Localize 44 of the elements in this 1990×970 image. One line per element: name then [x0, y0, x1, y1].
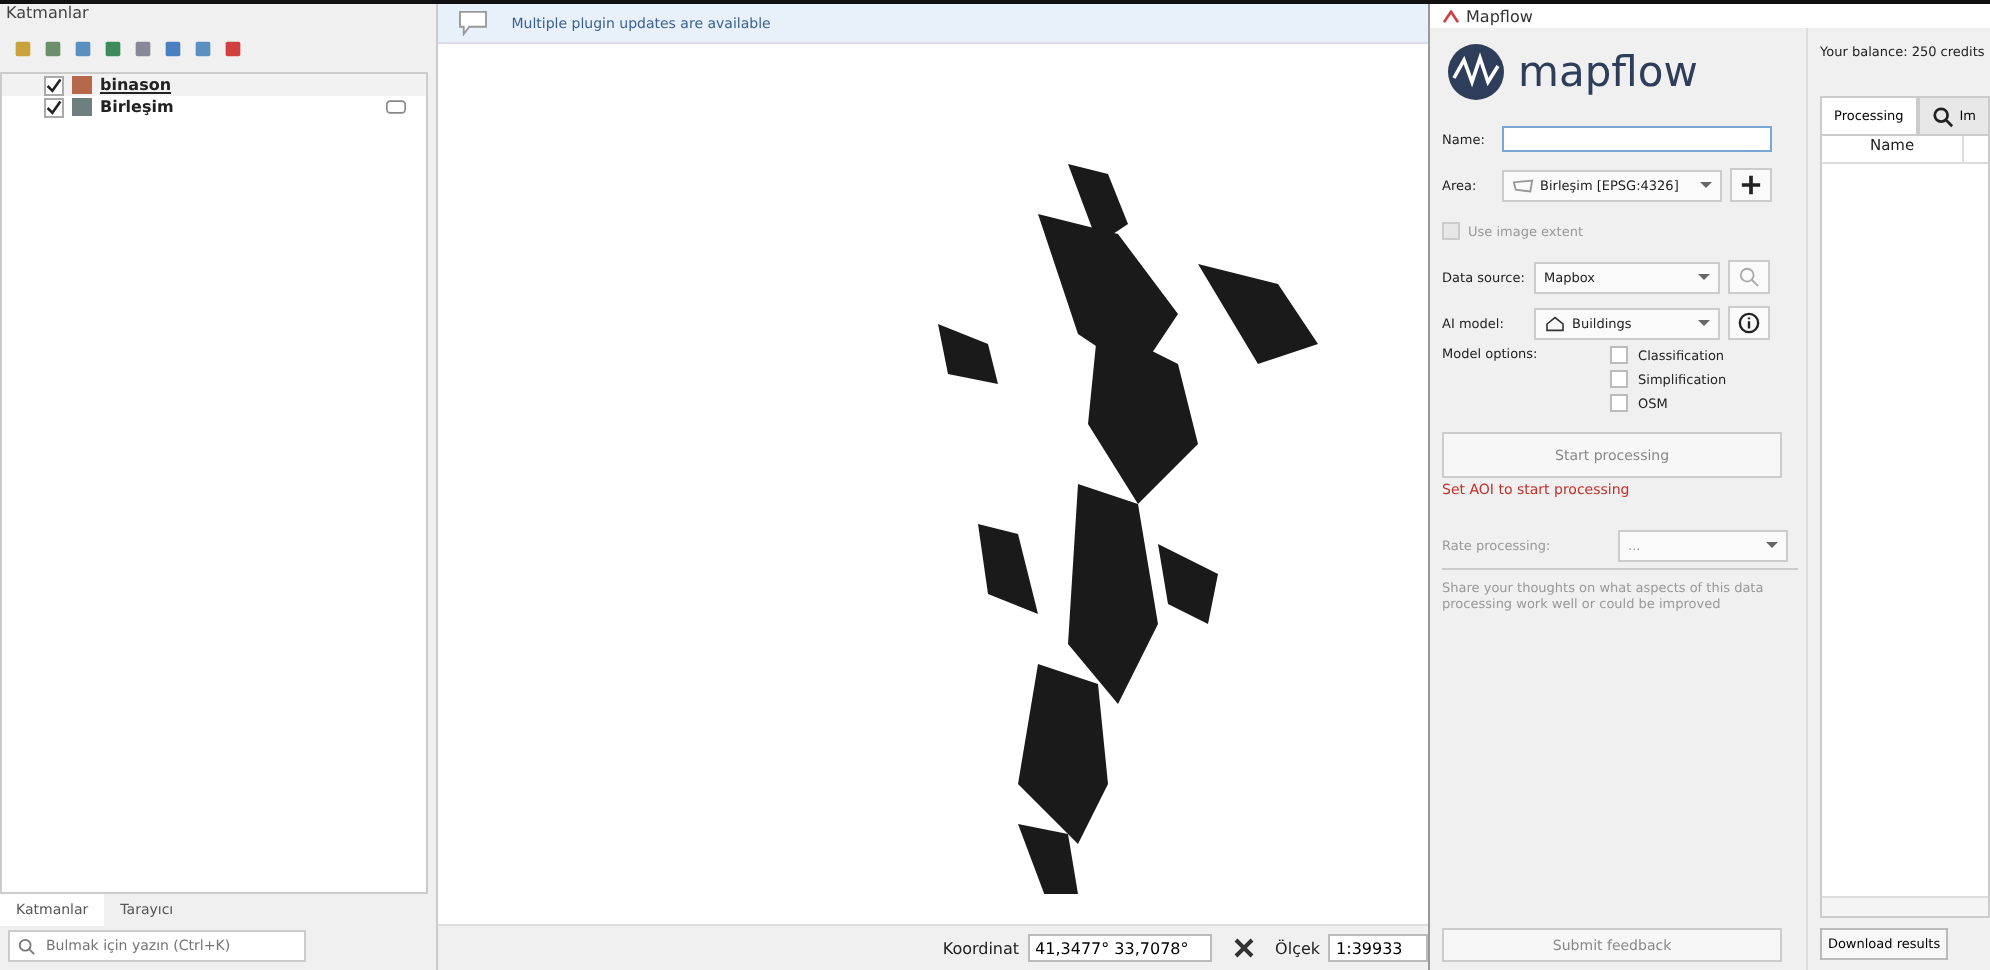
scale-field[interactable]: 1:39933 — [1328, 934, 1429, 962]
house-icon — [1544, 315, 1567, 331]
layer-indicator-icon — [385, 100, 406, 114]
caret-icon — [1698, 320, 1711, 326]
layer-checkbox[interactable] — [44, 75, 64, 95]
search-button[interactable] — [1728, 260, 1771, 294]
toolbar-icon[interactable] — [72, 37, 94, 59]
search-icon — [1738, 266, 1761, 288]
layer-item[interactable]: binason — [2, 74, 426, 96]
layer-item[interactable]: Birleşim — [2, 96, 426, 118]
speech-bubble-icon — [457, 10, 488, 36]
info-button[interactable] — [1728, 306, 1771, 340]
horizontal-scrollbar[interactable] — [1822, 896, 1988, 916]
search-icon — [1931, 105, 1954, 127]
layer-name: Birleşim — [100, 98, 176, 116]
toolbar-icon[interactable] — [222, 37, 244, 59]
plus-icon — [1740, 174, 1763, 196]
toolbar-icon[interactable] — [12, 37, 34, 59]
logo-icon — [1446, 42, 1507, 102]
caret-icon — [1698, 274, 1711, 280]
toolbar-icon[interactable] — [132, 37, 154, 59]
coordinate-field[interactable]: 41,3477° 33,7078° — [1027, 934, 1212, 962]
option-checkbox[interactable] — [1610, 370, 1629, 388]
coordinate-label: Koordinat — [942, 939, 1020, 957]
logo-text: mapflow — [1518, 48, 1698, 96]
search-icon — [18, 938, 36, 956]
caret-icon — [1766, 542, 1779, 548]
toolbar-icon[interactable] — [102, 37, 124, 59]
window-title: Mapflow — [1466, 7, 1533, 25]
info-icon — [1738, 312, 1761, 334]
app-icon — [1442, 9, 1461, 23]
toolbar-icon[interactable] — [162, 37, 184, 59]
toolbar-icon[interactable] — [42, 37, 64, 59]
option-checkbox[interactable] — [1610, 346, 1629, 364]
panel-title: Katmanlar — [6, 4, 89, 22]
scale-label: Ölçek — [1275, 939, 1321, 957]
option-checkbox[interactable] — [1610, 394, 1629, 412]
layer-name: binason — [100, 76, 174, 94]
caret-icon — [1700, 182, 1713, 188]
polygon-icon — [1512, 177, 1535, 193]
layer-checkbox[interactable] — [44, 97, 64, 117]
toolbar-icon[interactable] — [192, 37, 214, 59]
add-button[interactable] — [1730, 168, 1773, 202]
name-field[interactable] — [1502, 126, 1773, 152]
